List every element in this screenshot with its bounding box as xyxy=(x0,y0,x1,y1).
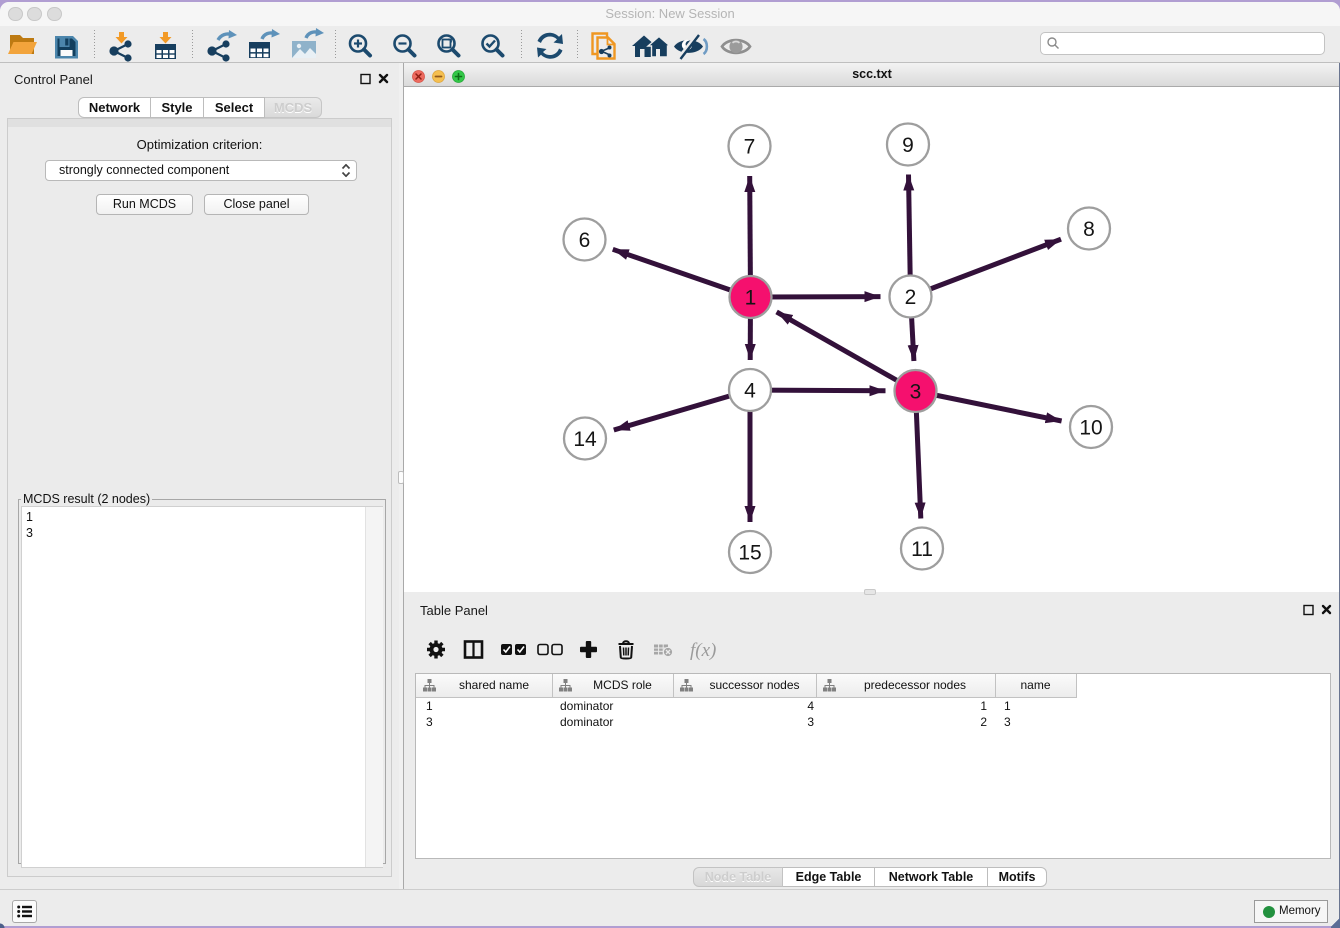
svg-text:15: 15 xyxy=(738,542,761,565)
svg-text:1: 1 xyxy=(745,287,757,310)
svg-text:10: 10 xyxy=(1079,417,1102,440)
svg-text:3: 3 xyxy=(910,381,922,404)
svg-text:6: 6 xyxy=(579,229,591,252)
svg-text:2: 2 xyxy=(905,286,917,309)
svg-text:8: 8 xyxy=(1083,218,1095,241)
svg-text:9: 9 xyxy=(902,134,914,157)
svg-text:f(x): f(x) xyxy=(690,640,716,661)
svg-text:14: 14 xyxy=(573,428,597,451)
svg-text:4: 4 xyxy=(744,380,756,403)
svg-text:7: 7 xyxy=(744,136,756,159)
svg-text:11: 11 xyxy=(911,538,933,561)
